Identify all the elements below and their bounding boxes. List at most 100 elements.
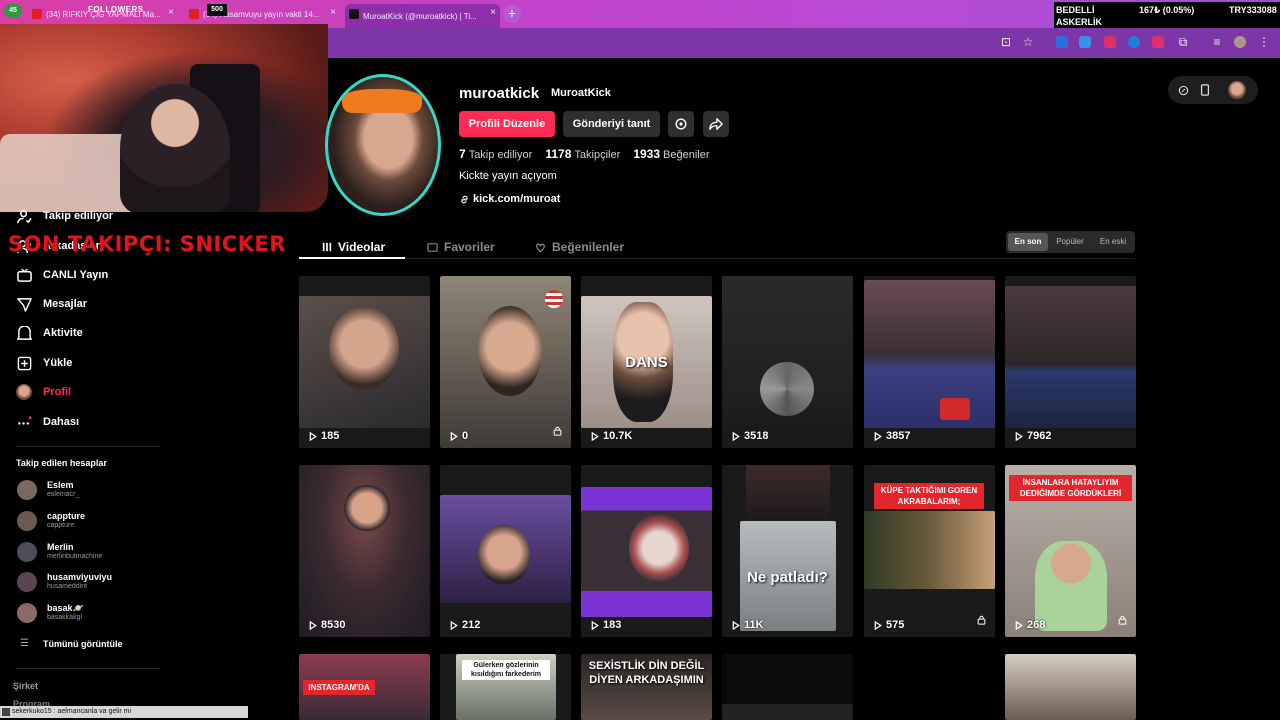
reading-list-icon[interactable]: ≡ (1211, 36, 1223, 48)
extension-icon[interactable] (1104, 36, 1116, 48)
sidebar-item-profile[interactable]: Profil (16, 382, 71, 402)
list-icon: ☰ (20, 638, 29, 649)
promote-post-button[interactable]: Gönderiyi tanıt (563, 111, 660, 137)
extension-icon[interactable] (1128, 36, 1140, 48)
play-icon (450, 620, 458, 630)
tab-videos[interactable]: Videolar (322, 236, 385, 258)
sidebar-item-following[interactable]: Takip ediliyor (16, 206, 113, 226)
account-handle: merlinbutmachine (47, 553, 103, 560)
video-card[interactable]: 3518 (722, 276, 853, 448)
close-icon[interactable]: × (168, 8, 174, 18)
sidebar-item-messages[interactable]: Mesajlar (16, 294, 87, 314)
follower-badge: 45 (4, 4, 22, 18)
profile-link[interactable]: kick.com/muroat (459, 193, 560, 205)
profile-avatar[interactable] (325, 74, 441, 216)
extension-icon[interactable] (1079, 36, 1091, 48)
chat-ticker: sekerkuko15 : aelmancanla va gelir mi (0, 706, 248, 718)
video-thumbnail (746, 465, 830, 521)
play-icon (450, 431, 458, 441)
followers-stat[interactable]: 1178 Takipçiler (545, 147, 620, 161)
following-stat[interactable]: 7 Takip ediliyor (459, 147, 532, 161)
extension-icon[interactable] (1152, 36, 1164, 48)
view-count: 3857 (874, 430, 910, 442)
sidebar-item-upload[interactable]: Yükle (16, 353, 72, 373)
video-card[interactable]: İNSANLARA HATAYLIYIM DEDİĞİMDE GÖRDÜKLER… (1005, 465, 1136, 637)
extension-icon[interactable] (1056, 36, 1068, 48)
video-card[interactable]: Ne patladı? 11K (722, 465, 853, 637)
view-count: 183 (591, 619, 621, 631)
play-icon (732, 431, 740, 441)
view-count: 185 (309, 430, 339, 442)
play-icon (732, 620, 740, 630)
video-card[interactable]: INSTAGRAM'DA (299, 654, 430, 720)
video-card[interactable]: 212 (440, 465, 571, 637)
view-count: 575 (874, 619, 904, 631)
video-card[interactable]: KÜPE TAKTIĞIMI GOREN AKRABALARIM; 575 (864, 465, 995, 637)
lock-icon (553, 423, 562, 441)
account-name: Eslem (47, 480, 74, 490)
tab-favorites[interactable]: Favoriler (427, 236, 495, 258)
link-icon (461, 195, 468, 203)
sort-latest-button[interactable]: En son (1008, 233, 1048, 251)
video-card[interactable]: 185 (299, 276, 430, 448)
close-icon[interactable]: × (490, 8, 496, 18)
view-count-text: 7962 (1027, 430, 1052, 442)
mobile-app-icon[interactable] (1198, 83, 1212, 97)
video-caption: Ne patladı? (747, 569, 828, 586)
avatar (17, 603, 37, 623)
video-card[interactable] (864, 654, 995, 720)
video-card[interactable] (722, 654, 853, 720)
new-tab-button[interactable]: + (503, 5, 521, 23)
edit-profile-button[interactable]: Profili Düzenle (459, 111, 555, 137)
video-caption: INSTAGRAM'DA (303, 680, 375, 695)
messages-icon (16, 296, 32, 312)
browser-tab-active[interactable]: MuroatKick (@muroatkick) | Ti... × (345, 4, 500, 28)
video-card[interactable]: 3857 (864, 276, 995, 448)
sidebar-item-live[interactable]: CANLI Yayın (16, 265, 108, 285)
following-count: 7 (459, 147, 466, 161)
settings-button[interactable] (668, 111, 694, 137)
view-count-text: 11K (744, 619, 764, 631)
last-follower-overlay: SON TAKIPÇI: SNICKER (8, 232, 286, 256)
sort-popular-button[interactable]: Popüler (1050, 233, 1090, 251)
install-app-icon[interactable]: ⊡ (1000, 36, 1012, 48)
video-card[interactable]: 183 (581, 465, 712, 637)
grid-icon (322, 242, 332, 252)
thumb-face (629, 513, 689, 583)
avatar (17, 480, 37, 500)
sort-oldest-button[interactable]: En eski (1093, 233, 1133, 251)
video-card[interactable]: DANS 10.7K (581, 276, 712, 448)
video-card[interactable]: 0 (440, 276, 571, 448)
sidebar-item-label: Aktivite (43, 327, 83, 339)
video-card[interactable]: Gülerken gözlerinin kısıldığını farkeder… (440, 654, 571, 720)
share-profile-button[interactable] (703, 111, 729, 137)
thumb-face (329, 306, 399, 390)
video-card[interactable] (1005, 654, 1136, 720)
video-card[interactable]: SEXİSTLİK DİN DEĞİL DİYEN ARKADAŞIMIN (581, 654, 712, 720)
see-all-following-button[interactable]: ☰ Tümünü görüntüle (20, 638, 122, 649)
bookmark-star-icon[interactable]: ☆ (1022, 36, 1034, 48)
likes-label: Beğeniler (663, 149, 710, 161)
browser-profile-avatar[interactable] (1234, 36, 1246, 48)
tab-liked[interactable]: Beğenilenler (535, 236, 624, 258)
profile-avatar-icon (16, 384, 32, 400)
tabs-divider (299, 258, 1135, 259)
profile-username: muroatkick (459, 85, 540, 102)
ticker-title-line2: ASKERLİK (1056, 17, 1103, 27)
sidebar-item-activity[interactable]: Aktivite (16, 323, 83, 343)
thumb-face (478, 525, 530, 585)
close-icon[interactable]: × (330, 8, 336, 18)
video-card[interactable]: 7962 (1005, 276, 1136, 448)
browser-menu-icon[interactable]: ⋮ (1258, 36, 1270, 48)
coins-icon[interactable] (1176, 83, 1190, 97)
sidebar-item-more[interactable]: Dahası (16, 412, 79, 432)
footer-company-link[interactable]: Şirket (13, 681, 38, 691)
video-card[interactable]: 8530 (299, 465, 430, 637)
view-count: 10.7K (591, 430, 632, 442)
sidebar-divider (16, 446, 160, 447)
user-avatar[interactable] (1228, 81, 1246, 99)
play-icon (874, 620, 882, 630)
video-thumbnail (864, 511, 995, 589)
extensions-puzzle-icon[interactable]: ⧉ (1177, 36, 1189, 48)
account-name: husamviyuviyu (47, 572, 113, 582)
